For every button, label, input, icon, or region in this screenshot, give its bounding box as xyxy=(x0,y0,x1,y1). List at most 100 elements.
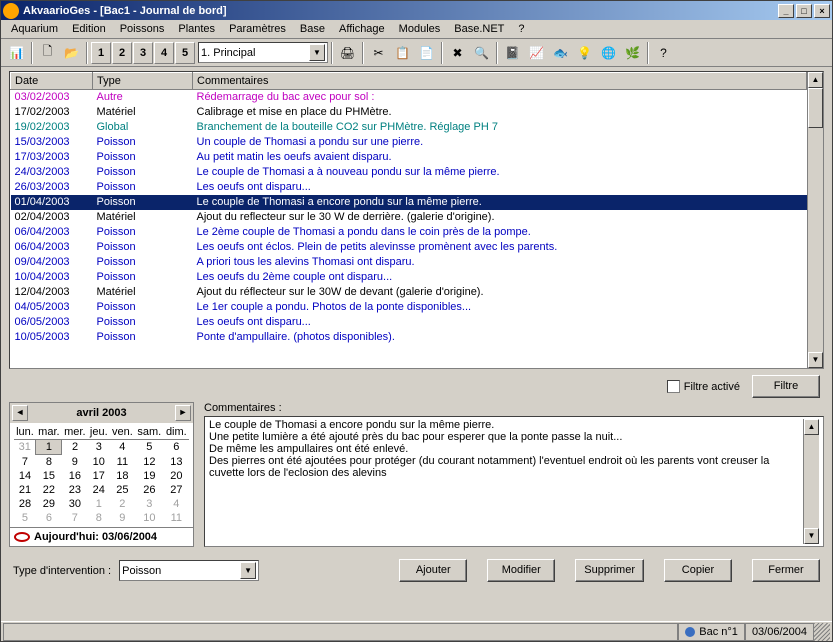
cal-day[interactable]: 12 xyxy=(135,455,164,470)
cal-day[interactable]: 15 xyxy=(36,469,62,483)
minimize-button[interactable]: _ xyxy=(778,4,794,18)
scroll-up-icon[interactable]: ▲ xyxy=(804,419,819,435)
table-row[interactable]: 10/05/2003PoissonPonte d'ampullaire. (ph… xyxy=(11,330,807,345)
table-row[interactable]: 12/04/2003MatérielAjout du réflecteur su… xyxy=(11,285,807,300)
menu-?[interactable]: ? xyxy=(512,21,530,37)
menu-modules[interactable]: Modules xyxy=(393,21,447,37)
new-icon[interactable]: 🗋 xyxy=(36,42,59,64)
table-row[interactable]: 06/04/2003PoissonLes oeufs ont éclos. Pl… xyxy=(11,240,807,255)
tank-button-4[interactable]: 4 xyxy=(154,42,174,64)
tank-combo[interactable]: 1. Principal ▼ xyxy=(198,42,328,63)
chart-icon[interactable]: 📊 xyxy=(5,42,28,64)
params-icon[interactable]: 📈 xyxy=(525,42,548,64)
ajouter-button[interactable]: Ajouter xyxy=(399,559,467,582)
log-grid[interactable]: DateTypeCommentaires 03/02/2003AutreRéde… xyxy=(9,71,824,369)
menu-paramètres[interactable]: Paramètres xyxy=(223,21,292,37)
filter-button[interactable]: Filtre xyxy=(752,375,820,398)
type-combo[interactable]: Poisson ▼ xyxy=(119,560,259,581)
cal-day[interactable]: 11 xyxy=(110,455,135,470)
cal-day[interactable]: 6 xyxy=(164,440,189,455)
cal-day[interactable]: 2 xyxy=(110,497,135,511)
calendar[interactable]: ◄ avril 2003 ► lun.mar.mer.jeu.ven.sam.d… xyxy=(9,402,194,547)
supprimer-button[interactable]: Supprimer xyxy=(575,559,644,582)
cal-day[interactable]: 25 xyxy=(110,483,135,497)
cal-day[interactable]: 3 xyxy=(88,440,110,455)
table-row[interactable]: 02/04/2003MatérielAjout du reflecteur su… xyxy=(11,210,807,225)
menu-edition[interactable]: Edition xyxy=(66,21,112,37)
cal-day[interactable]: 7 xyxy=(62,511,88,525)
cut-icon[interactable]: ✂ xyxy=(367,42,390,64)
menu-affichage[interactable]: Affichage xyxy=(333,21,391,37)
table-row[interactable]: 15/03/2003PoissonUn couple de Thomasi a … xyxy=(11,135,807,150)
cal-day[interactable]: 23 xyxy=(62,483,88,497)
scroll-thumb[interactable] xyxy=(808,88,823,128)
menu-plantes[interactable]: Plantes xyxy=(172,21,221,37)
cal-day[interactable]: 17 xyxy=(88,469,110,483)
cal-prev-button[interactable]: ◄ xyxy=(12,405,28,421)
cal-day[interactable]: 26 xyxy=(135,483,164,497)
cal-day[interactable]: 27 xyxy=(164,483,189,497)
table-row[interactable]: 26/03/2003PoissonLes oeufs ont disparu..… xyxy=(11,180,807,195)
scroll-down-icon[interactable]: ▼ xyxy=(804,528,819,544)
cal-next-button[interactable]: ► xyxy=(175,405,191,421)
chevron-down-icon[interactable]: ▼ xyxy=(240,562,256,579)
globe-icon[interactable]: 🌐 xyxy=(597,42,620,64)
menu-base.net[interactable]: Base.NET xyxy=(448,21,510,37)
comments-textarea[interactable]: Le couple de Thomasi a encore pondu sur … xyxy=(204,416,824,547)
cal-day[interactable]: 9 xyxy=(110,511,135,525)
cal-day[interactable]: 4 xyxy=(164,497,189,511)
cal-day[interactable]: 19 xyxy=(135,469,164,483)
table-row[interactable]: 17/02/2003MatérielCalibrage et mise en p… xyxy=(11,105,807,120)
fish-icon[interactable]: 🐟 xyxy=(549,42,572,64)
cal-day[interactable]: 8 xyxy=(88,511,110,525)
modifier-button[interactable]: Modifier xyxy=(487,559,555,582)
cal-today-link[interactable]: Aujourd'hui: 03/06/2004 xyxy=(10,527,193,546)
cal-day[interactable]: 14 xyxy=(14,469,36,483)
cal-day[interactable]: 18 xyxy=(110,469,135,483)
tank-button-5[interactable]: 5 xyxy=(175,42,195,64)
table-row[interactable]: 04/05/2003PoissonLe 1er couple a pondu. … xyxy=(11,300,807,315)
table-row[interactable]: 17/03/2003PoissonAu petit matin les oeuf… xyxy=(11,150,807,165)
cal-day[interactable]: 1 xyxy=(36,440,62,455)
cal-day[interactable]: 8 xyxy=(36,455,62,470)
scroll-up-icon[interactable]: ▲ xyxy=(808,72,823,88)
cal-day[interactable]: 30 xyxy=(62,497,88,511)
cal-day[interactable]: 31 xyxy=(14,440,36,455)
copier-button[interactable]: Copier xyxy=(664,559,732,582)
print-icon[interactable]: 🖨 xyxy=(336,42,359,64)
cal-day[interactable]: 11 xyxy=(164,511,189,525)
maximize-button[interactable]: □ xyxy=(796,4,812,18)
table-row[interactable]: 19/02/2003GlobalBranchement de la boutei… xyxy=(11,120,807,135)
help-icon[interactable]: ? xyxy=(652,42,675,64)
log-icon[interactable]: 📓 xyxy=(501,42,524,64)
cal-day[interactable]: 9 xyxy=(62,455,88,470)
tank-button-2[interactable]: 2 xyxy=(112,42,132,64)
cal-day[interactable]: 16 xyxy=(62,469,88,483)
chevron-down-icon[interactable]: ▼ xyxy=(309,44,325,61)
grid-header[interactable]: Date xyxy=(11,73,93,90)
table-row[interactable]: 06/05/2003PoissonLes oeufs ont disparu..… xyxy=(11,315,807,330)
menu-poissons[interactable]: Poissons xyxy=(114,21,171,37)
cal-day[interactable]: 6 xyxy=(36,511,62,525)
scroll-down-icon[interactable]: ▼ xyxy=(808,352,823,368)
plant-icon[interactable]: 🌿 xyxy=(621,42,644,64)
delete-icon[interactable]: ✖ xyxy=(446,42,469,64)
table-row[interactable]: 01/04/2003PoissonLe couple de Thomasi a … xyxy=(11,195,807,210)
cal-day[interactable]: 10 xyxy=(135,511,164,525)
table-row[interactable]: 06/04/2003PoissonLe 2ème couple de Thoma… xyxy=(11,225,807,240)
cal-day[interactable]: 1 xyxy=(88,497,110,511)
grid-scrollbar[interactable]: ▲ ▼ xyxy=(807,72,823,368)
close-button[interactable]: × xyxy=(814,4,830,18)
paste-icon[interactable]: 📄 xyxy=(415,42,438,64)
fermer-button[interactable]: Fermer xyxy=(752,559,820,582)
cal-day[interactable]: 5 xyxy=(14,511,36,525)
table-row[interactable]: 09/04/2003PoissonA priori tous les alevi… xyxy=(11,255,807,270)
copy-icon[interactable]: 📋 xyxy=(391,42,414,64)
cal-day[interactable]: 5 xyxy=(135,440,164,455)
filter-active-checkbox[interactable]: Filtre activé xyxy=(667,380,740,393)
cal-day[interactable]: 13 xyxy=(164,455,189,470)
cal-day[interactable]: 24 xyxy=(88,483,110,497)
cal-day[interactable]: 20 xyxy=(164,469,189,483)
cal-day[interactable]: 29 xyxy=(36,497,62,511)
table-row[interactable]: 03/02/2003AutreRédemarrage du bac avec p… xyxy=(11,90,807,105)
